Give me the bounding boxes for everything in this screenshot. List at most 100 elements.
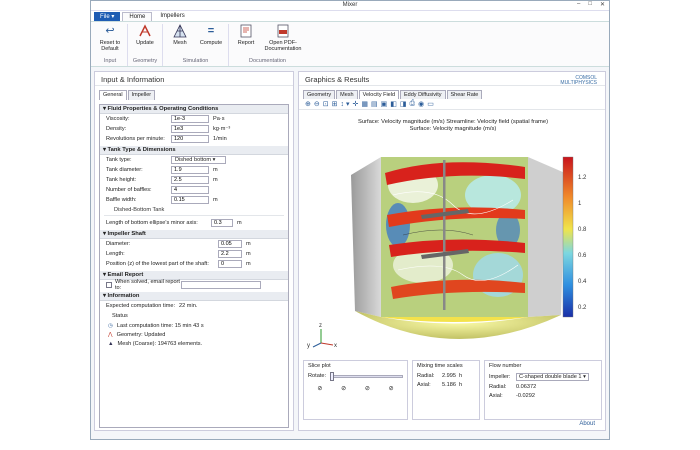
tab-shear-rate[interactable]: Shear Rate [446, 90, 483, 99]
about-link[interactable]: About [579, 421, 595, 427]
section-tank[interactable]: ▾ Tank Type & Dimensions [100, 146, 288, 155]
viscosity-row: Viscosity:Pa·s [100, 114, 288, 124]
comsol-logo: COMSOL MULTIPHYSICS [560, 75, 597, 86]
input-information-pane: Input & Information General Impeller ▾ F… [94, 71, 294, 431]
transparency-icon[interactable]: ▣ [381, 100, 388, 108]
baffles-row: Number of baffles: [100, 185, 288, 195]
window-title: Mixer [342, 2, 358, 8]
last-computation-status: ◷ Last computation time: 15 min 43 s [108, 322, 204, 329]
colorbar-tick: 0.2 [578, 305, 587, 311]
impeller-shaft [443, 160, 446, 310]
zoom-out-icon[interactable]: ⊖ [314, 100, 320, 108]
minimize-button[interactable]: – [577, 1, 580, 8]
tab-mesh[interactable]: Mesh [336, 90, 358, 99]
shaft-diameter-input[interactable] [218, 240, 242, 248]
tank-wall [351, 157, 381, 317]
rotate-slider[interactable] [330, 371, 403, 381]
mesh-button[interactable]: Mesh [166, 24, 194, 58]
compute-button[interactable]: = Compute [197, 24, 225, 58]
file-menu[interactable]: File ▾ [94, 12, 121, 21]
section-impeller-shaft[interactable]: ▾ Impeller Shaft [100, 230, 288, 239]
geometry-status: ⋀ Geometry: Updated [108, 331, 166, 338]
zoom-in-icon[interactable]: ⊕ [305, 100, 311, 108]
baffle-width-input[interactable] [171, 196, 209, 204]
zoom-extents-icon[interactable]: ⊞ [332, 100, 338, 108]
camera-icon[interactable]: ◉ [418, 100, 424, 108]
scene-light-icon[interactable]: ◨ [400, 100, 407, 108]
email-input[interactable] [181, 281, 261, 289]
axis-y-label: y [307, 343, 310, 349]
group-simulation: Mesh = Compute Simulation [163, 24, 229, 66]
colorbar-tick: 0.8 [578, 227, 587, 233]
ellipse-input[interactable] [211, 219, 233, 227]
report-button[interactable]: Report [232, 24, 260, 58]
close-button[interactable]: ✕ [600, 1, 605, 8]
tank-wall-right [528, 157, 565, 317]
axis-triad: z x y [307, 323, 337, 349]
section-information[interactable]: ▾ Information [100, 292, 288, 301]
email-checkbox[interactable] [106, 282, 112, 288]
open-pdf-button[interactable]: Open PDF-Documentation [263, 24, 303, 58]
report-icon [239, 24, 253, 38]
pane-title: Graphics & Results [299, 72, 605, 86]
reset-button[interactable]: ↩ Reset to Default [96, 24, 124, 58]
density-input[interactable] [171, 125, 209, 133]
section-fluid-properties[interactable]: ▾ Fluid Properties & Operating Condition… [100, 105, 288, 114]
grid-icon[interactable]: ▦ [361, 100, 368, 108]
baffles-input[interactable] [171, 186, 209, 194]
export-image-icon[interactable]: ▭ [427, 100, 434, 108]
colorbar-ticks: 1.2 1 0.8 0.6 0.4 0.2 [578, 175, 587, 311]
tank-diameter-input[interactable] [171, 166, 209, 174]
tab-impellers[interactable]: Impellers [154, 12, 190, 21]
impeller-select[interactable]: C-shaped double blade 1 ▾ [516, 373, 589, 381]
flow-number-box: Flow number Impeller: C-shaped double bla… [484, 360, 602, 420]
ribbon-tabs: File ▾ Home Impellers [91, 11, 609, 21]
rpm-input[interactable] [171, 135, 209, 143]
update-geometry-button[interactable]: Update [131, 24, 159, 58]
slice-angle-icon: ⊘ [388, 386, 394, 392]
render-icon[interactable]: ◧ [390, 100, 397, 108]
axial-flow-value: -0.0292 [516, 393, 535, 399]
tab-general[interactable]: General [99, 90, 127, 100]
slice-plot-box: Slice plot Rotate: ⊘ ⊘ ⊘ ⊘ [303, 360, 408, 420]
tank-diameter-row: Tank diameter:m [100, 165, 288, 175]
zoom-box-icon[interactable]: ⊡ [323, 100, 329, 108]
mesh-icon [173, 24, 187, 38]
tab-home[interactable]: Home [122, 12, 153, 21]
views-icon[interactable]: ↕ ▾ [341, 100, 350, 108]
print-icon[interactable]: ⎙ [409, 100, 415, 108]
tank-type-row: Tank type: Dished bottom ▾ [100, 155, 288, 165]
shaft-position-input[interactable] [218, 260, 242, 268]
graphics-window[interactable]: Surface: Velocity magnitude (m/s) Stream… [303, 115, 603, 355]
restore-button[interactable]: □ [588, 1, 592, 8]
tab-impeller[interactable]: Impeller [127, 90, 156, 100]
tab-eddy-diffusivity[interactable]: Eddy Diffusivity [400, 90, 446, 99]
pdf-icon [276, 24, 290, 38]
compute-icon: = [207, 25, 215, 37]
axial-mixing-value: 5.186 [442, 382, 456, 388]
shaft-position-row: Position (z) of the lowest part of the s… [100, 259, 288, 269]
group-input: ↩ Reset to Default Input [93, 24, 128, 66]
colorbar-tick: 0.4 [578, 279, 587, 285]
tank-type-select[interactable]: Dished bottom ▾ [171, 156, 226, 164]
wireframe-icon[interactable]: ▤ [371, 100, 378, 108]
slice-angle-icon: ⊘ [364, 386, 370, 392]
plot-title: Surface: Velocity magnitude (m/s) Stream… [357, 119, 549, 132]
clock-icon: ◷ [108, 322, 113, 329]
viscosity-input[interactable] [171, 115, 209, 123]
colorbar-tick: 1.2 [578, 175, 587, 181]
status-label: Status [112, 313, 128, 319]
tab-geometry[interactable]: Geometry [303, 90, 336, 99]
slider-thumb[interactable] [330, 371, 335, 381]
select-icon[interactable]: ✛ [352, 100, 358, 108]
graphics-results-pane: Graphics & Results COMSOL MULTIPHYSICS Ge… [298, 71, 606, 431]
tab-velocity-field[interactable]: Velocity Field [358, 90, 400, 99]
axis-x-label: x [334, 343, 337, 349]
tank-height-input[interactable] [171, 176, 209, 184]
shaft-diameter-row: Diameter:m [100, 239, 288, 249]
title-bar: Mixer – □ ✕ [91, 1, 609, 11]
radial-flow-value: 0.06372 [516, 384, 537, 390]
shaft-length-input[interactable] [218, 250, 242, 258]
mesh-status: ▲ Mesh (Coarse): 194763 elements. [108, 340, 203, 347]
density-row: Density:kg·m⁻³ [100, 124, 288, 134]
